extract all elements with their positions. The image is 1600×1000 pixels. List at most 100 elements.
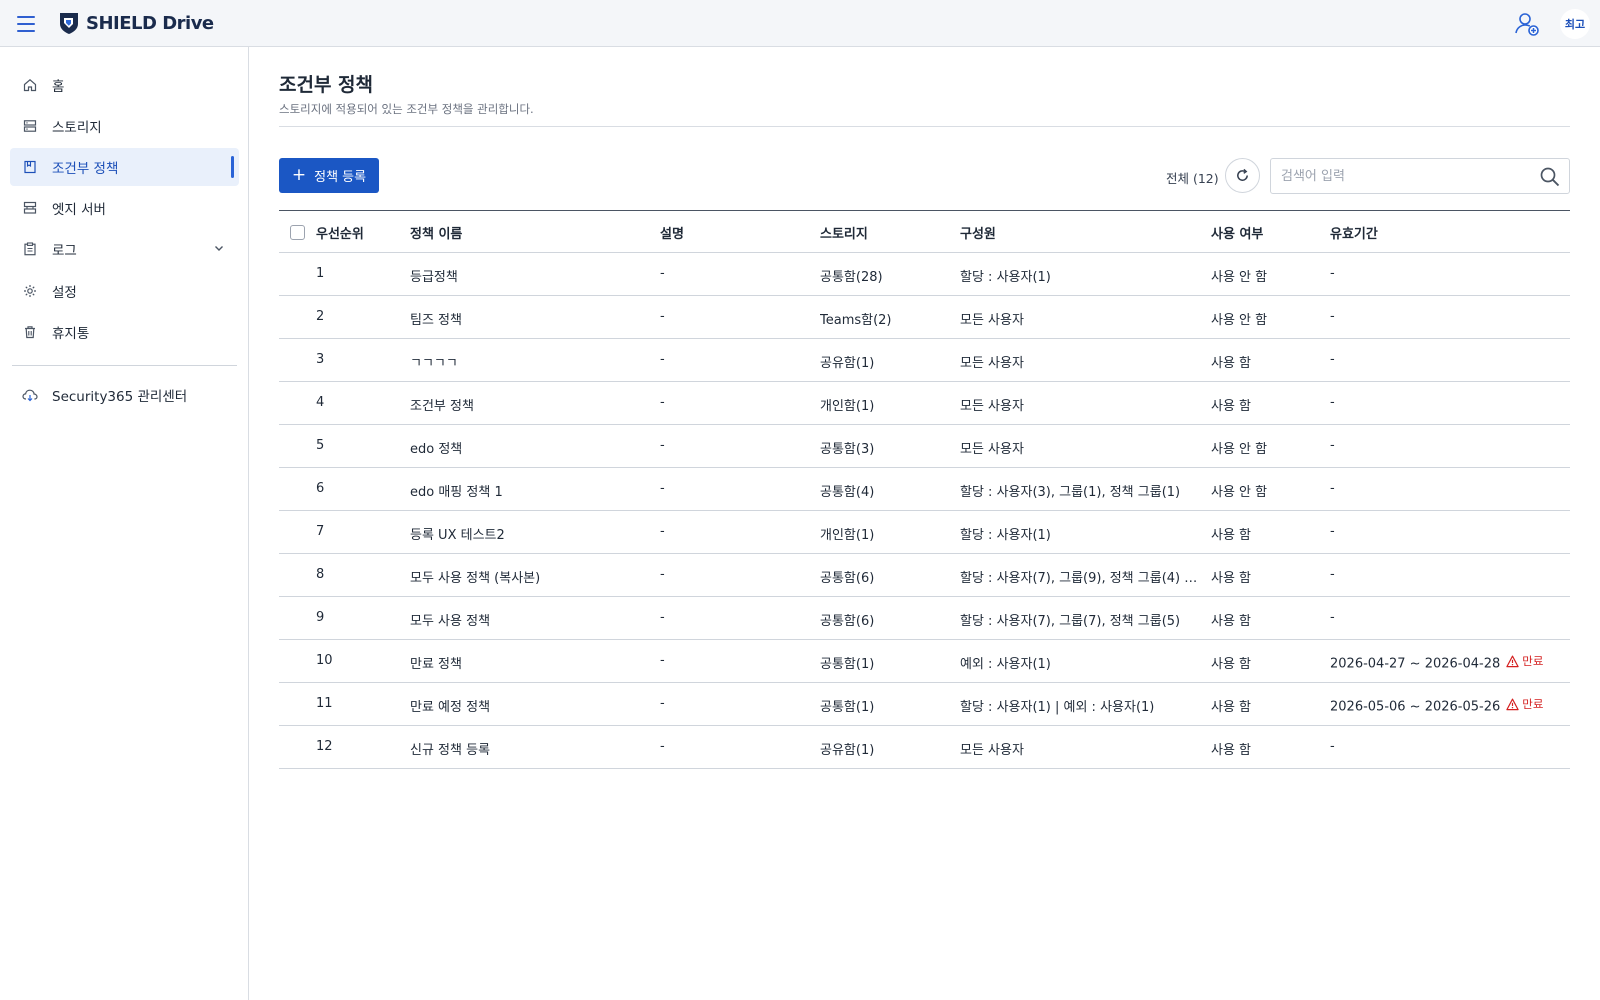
sidebar-item-label: 로그 [52, 243, 77, 259]
col-members[interactable]: 구성원 [960, 223, 996, 242]
col-priority[interactable]: 우선순위 [316, 223, 364, 242]
table-row[interactable]: 7 등록 UX 테스트2 - 개인함(1) 할당 : 사용자(1) 사용 함 - [279, 511, 1570, 554]
warning-icon [1506, 655, 1519, 667]
expired-badge: 만료 [1506, 696, 1543, 712]
table-row[interactable]: 11 만료 예정 정책 - 공통함(1) 할당 : 사용자(1) | 예외 : 사용자(… [279, 683, 1570, 726]
cell-validity: - [1330, 438, 1335, 453]
search-icon[interactable] [1539, 166, 1561, 188]
gear-icon [22, 283, 38, 299]
cell-validity: - [1330, 309, 1335, 324]
cell-description: - [660, 739, 665, 754]
sidebar-item-edge-server[interactable]: 엣지 서버 [10, 189, 239, 227]
cell-storage: 공통함(6) [820, 571, 875, 586]
sidebar-item-label: 휴지통 [52, 326, 90, 342]
sidebar-item-storage[interactable]: 스토리지 [10, 107, 239, 145]
table-row[interactable]: 6 edo 매핑 정책 1 - 공통함(4) 할당 : 사용자(3), 그룹(1), 정… [279, 468, 1570, 511]
cell-validity: - [1330, 524, 1335, 539]
sidebar-item-trash[interactable]: 휴지통 [10, 313, 239, 351]
cell-priority: 11 [316, 696, 333, 711]
cell-usage: 사용 함 [1211, 614, 1252, 629]
cell-policy-name: 신규 정책 등록 [410, 743, 491, 758]
avatar[interactable]: 최고 [1560, 9, 1590, 39]
cell-policy-name: 등록 UX 테스트2 [410, 528, 505, 543]
cell-validity: - [1330, 352, 1335, 367]
plus-icon: + [291, 165, 307, 185]
add-user-icon[interactable] [1514, 11, 1540, 37]
add-policy-button[interactable]: + 정책 등록 [279, 158, 379, 193]
top-bar: SHIELD Drive 최고 [0, 0, 1600, 47]
table-row[interactable]: 12 신규 정책 등록 - 공유함(1) 모든 사용자 사용 함 - [279, 726, 1570, 769]
cell-storage: 개인함(1) [820, 528, 875, 543]
cell-priority: 7 [316, 524, 325, 539]
chevron-down-icon [215, 246, 223, 251]
cell-priority: 2 [316, 309, 325, 324]
select-all-checkbox[interactable] [290, 225, 305, 240]
cell-description: - [660, 266, 665, 281]
sidebar-item-label: 조건부 정책 [52, 161, 119, 177]
cell-storage: 공통함(1) [820, 700, 875, 715]
cell-description: - [660, 309, 665, 324]
cell-members: 예외 : 사용자(1) [960, 657, 1051, 672]
cell-members: 모든 사용자 [960, 356, 1024, 371]
table-row[interactable]: 3 ㄱㄱㄱㄱ - 공유함(1) 모든 사용자 사용 함 - [279, 339, 1570, 382]
col-description[interactable]: 설명 [660, 223, 684, 242]
app-logo[interactable]: SHIELD Drive [57, 11, 214, 35]
sidebar-item-label: 엣지 서버 [52, 202, 106, 218]
expired-label: 만료 [1522, 697, 1544, 711]
table-row[interactable]: 9 모두 사용 정책 - 공통함(6) 할당 : 사용자(7), 그룹(7), 정책 그… [279, 597, 1570, 640]
cell-policy-name: 만료 정책 [410, 657, 462, 672]
table-body: 1 등급정책 - 공통함(28) 할당 : 사용자(1) 사용 안 함 - 2 팀즈 정책 - Te… [279, 253, 1570, 769]
cell-priority: 6 [316, 481, 325, 496]
table-row[interactable]: 10 만료 정책 - 공통함(1) 예외 : 사용자(1) 사용 함 2026-04-27 … [279, 640, 1570, 683]
cell-members: 모든 사용자 [960, 399, 1024, 414]
cell-members: 할당 : 사용자(7), 그룹(7), 정책 그룹(5) [960, 614, 1181, 629]
cell-storage: 공통함(3) [820, 442, 875, 457]
table-row[interactable]: 8 모두 사용 정책 (복사본) - 공통함(6) 할당 : 사용자(7), 그룹(9)… [279, 554, 1570, 597]
cell-description: - [660, 696, 665, 711]
cell-storage: 개인함(1) [820, 399, 875, 414]
cell-description: - [660, 352, 665, 367]
cell-storage: 공통함(28) [820, 270, 883, 285]
table-row[interactable]: 4 조건부 정책 - 개인함(1) 모든 사용자 사용 함 - [279, 382, 1570, 425]
col-policy-name[interactable]: 정책 이름 [410, 223, 462, 242]
policy-icon [22, 159, 38, 175]
sidebar-item-settings[interactable]: 설정 [10, 272, 239, 310]
col-usage[interactable]: 사용 여부 [1211, 223, 1263, 242]
cell-members: 할당 : 사용자(1) | 예외 : 사용자(1) [960, 700, 1155, 715]
cell-usage: 사용 함 [1211, 528, 1252, 543]
search-input[interactable] [1281, 159, 1531, 193]
cell-members: 할당 : 사용자(7), 그룹(9), 정책 그룹(4) … [960, 571, 1198, 586]
table-row[interactable]: 5 edo 정책 - 공통함(3) 모든 사용자 사용 안 함 - [279, 425, 1570, 468]
cell-usage: 사용 안 함 [1211, 442, 1268, 457]
sidebar-item-label: 설정 [52, 285, 77, 301]
total-count: 전체 (12) [1166, 171, 1219, 186]
cell-policy-name: 모두 사용 정책 (복사본) [410, 571, 541, 586]
col-storage[interactable]: 스토리지 [820, 223, 868, 242]
cell-priority: 9 [316, 610, 325, 625]
cell-storage: 공통함(4) [820, 485, 875, 500]
sidebar-item-home[interactable]: 홈 [10, 66, 239, 104]
policy-table: 우선순위 정책 이름 설명 스토리지 구성원 사용 여부 유효기간 1 등급정책 -… [279, 210, 1570, 769]
table-row[interactable]: 2 팀즈 정책 - Teams함(2) 모든 사용자 사용 안 함 - [279, 296, 1570, 339]
cell-priority: 3 [316, 352, 325, 367]
cell-description: - [660, 395, 665, 410]
cell-description: - [660, 567, 665, 582]
server-icon [22, 200, 38, 216]
cell-policy-name: edo 정책 [410, 442, 463, 457]
search-box [1270, 158, 1570, 194]
cell-usage: 사용 함 [1211, 700, 1252, 715]
cell-policy-name: 만료 예정 정책 [410, 700, 491, 715]
home-icon [22, 77, 38, 93]
sidebar-item-conditional-policy[interactable]: 조건부 정책 [10, 148, 239, 186]
sidebar-item-log[interactable]: 로그 [10, 230, 239, 268]
col-validity[interactable]: 유효기간 [1330, 223, 1378, 242]
menu-icon[interactable] [14, 12, 38, 36]
cell-storage: 공유함(1) [820, 743, 875, 758]
sidebar-item-label: 스토리지 [52, 120, 102, 136]
cell-description: - [660, 524, 665, 539]
sidebar-item-security365[interactable]: Security365 관리센터 [10, 376, 239, 414]
cell-policy-name: 팀즈 정책 [410, 313, 462, 328]
cell-usage: 사용 함 [1211, 571, 1252, 586]
table-row[interactable]: 1 등급정책 - 공통함(28) 할당 : 사용자(1) 사용 안 함 - [279, 253, 1570, 296]
refresh-button[interactable] [1225, 158, 1260, 193]
